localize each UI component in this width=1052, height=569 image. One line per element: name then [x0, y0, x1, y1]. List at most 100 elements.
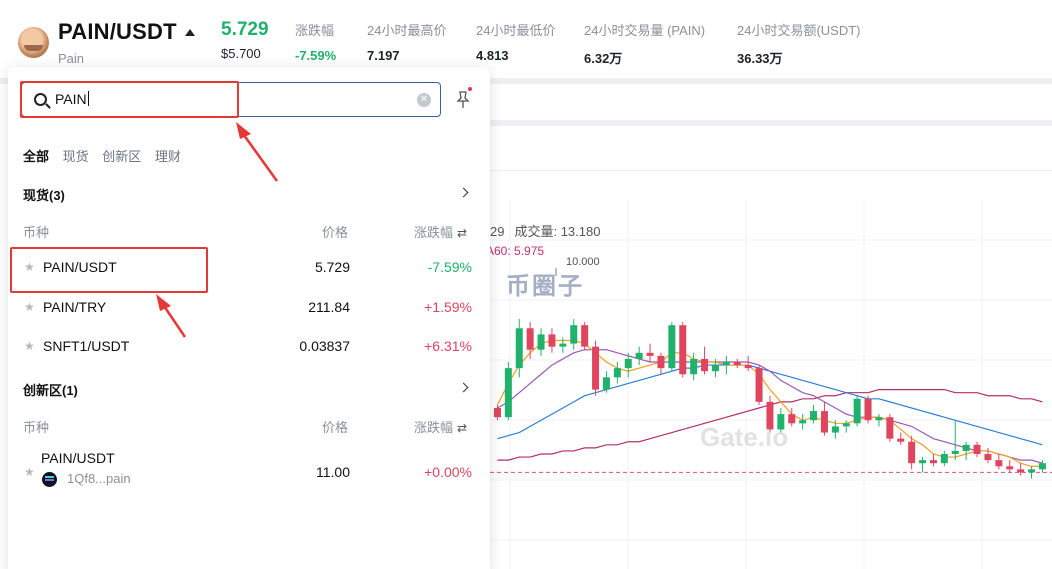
candle-body: [613, 368, 621, 378]
list-item[interactable]: ★ PAIN/USDT 1Qf8...pain 11.00 +0.00%: [8, 445, 490, 495]
candle-body: [1006, 466, 1014, 470]
stat-value-high: 7.197: [367, 48, 400, 63]
candle-body: [570, 325, 578, 344]
caret-up-icon[interactable]: [185, 29, 195, 36]
watermark-text: 币圈子: [506, 273, 584, 300]
row-price: 5.729: [314, 259, 350, 275]
candle-body: [962, 444, 970, 451]
candle-body: [842, 423, 850, 427]
candle-body: [537, 334, 545, 350]
pair-title[interactable]: PAIN/USDT: [58, 19, 177, 45]
star-icon[interactable]: ★: [24, 465, 35, 479]
stat-label-volume: 24小时交易量 (PAIN): [584, 23, 706, 38]
ma60-readout: A60: 5.975: [486, 244, 545, 258]
candle-body: [668, 325, 676, 369]
candle-body: [515, 328, 523, 369]
candle-body: [919, 460, 927, 464]
row-price: 11.00: [316, 464, 350, 480]
candle-body: [908, 441, 916, 464]
candle-body: [701, 358, 709, 372]
candle-body: [951, 450, 959, 454]
candle-body: [973, 444, 981, 454]
candle-body: [940, 454, 948, 464]
toolbar-divider: [490, 120, 1052, 126]
row-change: +1.59%: [424, 299, 472, 315]
chevron-right-icon[interactable]: [458, 187, 469, 198]
candle-body: [995, 460, 1003, 467]
pair-search-panel: PAIN ✕ 全部 现货 创新区 理财 现货(3) 币种 价格 涨跌幅 ⇄ ★ P…: [8, 67, 490, 569]
candle-body: [744, 365, 752, 369]
tab-spot[interactable]: 现货: [63, 146, 89, 165]
star-icon[interactable]: ★: [24, 339, 35, 353]
stat-value-low: 4.813: [476, 48, 509, 63]
candle-body: [711, 365, 719, 372]
volume-readout: 29 成交量: 13.180: [490, 221, 610, 240]
col-head-price: 价格: [322, 420, 349, 435]
row-change: +6.31%: [424, 338, 472, 354]
candle-body: [810, 411, 818, 421]
candle-body: [690, 358, 698, 375]
col-head-pair: 币种: [23, 225, 50, 240]
candle-body: [831, 426, 839, 433]
col-head-change-label: 涨跌幅: [414, 420, 454, 435]
clear-circle-icon[interactable]: ✕: [417, 93, 431, 107]
candle-body: [559, 343, 567, 347]
stat-value-change: -7.59%: [295, 48, 337, 63]
candle-body: [886, 417, 894, 439]
row-pair: PAIN/USDT: [41, 450, 115, 466]
volume-prefix: 29: [490, 224, 505, 239]
usd-price: $5.700: [221, 46, 261, 61]
candle-body: [875, 417, 883, 421]
trading-page: PAIN/USDT Pain 5.729 $5.700 涨跌幅 -7.59% 2…: [0, 0, 1052, 569]
candle-body: [897, 438, 905, 442]
candle-body: [602, 377, 610, 390]
pin-icon[interactable]: [456, 91, 470, 109]
col-head-change[interactable]: 涨跌幅 ⇄: [414, 417, 467, 436]
highlight-search-box: [20, 81, 239, 118]
candle-body: [799, 420, 807, 424]
kline-chart[interactable]: 29 成交量: 13.180 A60: 5.975 10.000 币圈子 Gate…: [486, 200, 1052, 569]
candle-body: [788, 414, 796, 424]
candle-body: [504, 368, 512, 418]
swap-icon[interactable]: ⇄: [457, 226, 467, 240]
candle-body: [679, 325, 687, 375]
col-head-change-label: 涨跌幅: [414, 225, 454, 240]
candle-body: [624, 358, 632, 369]
col-head-pair: 币种: [23, 420, 50, 435]
tab-all[interactable]: 全部: [23, 146, 49, 165]
tab-innovation[interactable]: 创新区: [102, 146, 141, 165]
section-spot-title[interactable]: 现货(3): [23, 185, 65, 204]
stat-label-high: 24小时最高价: [367, 23, 447, 38]
candle-body: [646, 352, 654, 356]
category-tabs: 全部 现货 创新区 理财: [23, 146, 191, 165]
row-price: 211.84: [308, 299, 350, 315]
stat-label-change: 涨跌幅: [295, 23, 335, 38]
notification-dot: [468, 87, 472, 91]
list-item[interactable]: ★ SNFT1/USDT 0.03837 +6.31%: [8, 326, 490, 364]
candle-body: [853, 398, 861, 424]
volume-label: 成交量: 13.180: [514, 224, 601, 239]
chevron-right-icon[interactable]: [458, 382, 469, 393]
candle-body: [984, 454, 992, 461]
candle-body: [1038, 463, 1046, 470]
row-pair: PAIN/TRY: [43, 299, 107, 315]
col-head-change[interactable]: 涨跌幅 ⇄: [414, 222, 467, 241]
swap-icon[interactable]: ⇄: [457, 421, 467, 435]
tab-earn[interactable]: 理财: [155, 146, 181, 165]
highlight-result-row: [10, 247, 208, 293]
star-icon[interactable]: ★: [24, 300, 35, 314]
candle-body: [592, 346, 600, 390]
candle-body: [755, 368, 763, 402]
stat-value-turnover: 36.33万: [737, 51, 783, 66]
candle-body: [820, 411, 828, 433]
candle-body: [722, 362, 730, 366]
candle-body: [929, 460, 937, 464]
candle-body: [548, 334, 556, 347]
candle-body: [1028, 469, 1036, 473]
row-pair: SNFT1/USDT: [43, 338, 130, 354]
stat-value-volume: 6.32万: [584, 51, 623, 66]
stat-label-turnover: 24小时交易额(USDT): [737, 23, 861, 38]
section-innovation-title[interactable]: 创新区(1): [23, 380, 78, 399]
row-price: 0.03837: [299, 338, 350, 354]
gate-watermark: Gate.io: [700, 422, 789, 452]
